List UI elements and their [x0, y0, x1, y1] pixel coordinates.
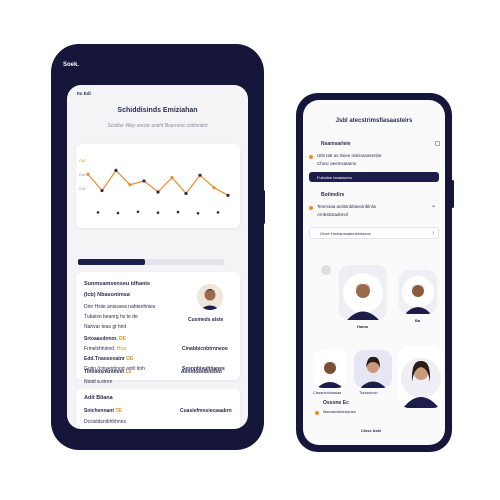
- photo-card[interactable]: [339, 265, 387, 320]
- footer-heading: Ossone Ec: [323, 400, 349, 406]
- list-item-side: Aenntoeeibnebtn: [181, 369, 222, 375]
- data-point: [114, 168, 118, 172]
- page-title: Jsbl atecstrimsfiasaasteirs: [335, 118, 413, 124]
- summary-card: Adit Bliana Snichennant TE Cuasiefmnsiec…: [76, 389, 240, 429]
- photo-card[interactable]: [354, 350, 392, 388]
- line-chart: CrE Cr6 Cr5: [79, 158, 230, 215]
- text-field[interactable]: Gnee Honianesatnnbhdseoc ›: [309, 227, 439, 239]
- secondary-point: [136, 210, 140, 214]
- data-point: [156, 190, 160, 194]
- data-point: [100, 188, 104, 193]
- phone-screen-left: Ito Edl Schiddisinds Emiziahan Scoliter …: [67, 85, 248, 429]
- list-item: Frinelshhinnd. Hoa: [84, 346, 126, 352]
- data-point: [128, 183, 132, 187]
- photo-caption: Ba: [415, 318, 421, 323]
- list-item: Snichennant TE: [84, 408, 122, 414]
- side-button: [262, 190, 265, 224]
- primary-button-label: Fubsitse tanassnea: [317, 174, 352, 180]
- data-point: [86, 172, 90, 176]
- page-title: Schiddisinds Emiziahan: [117, 107, 198, 114]
- profile-line-3: Nahvar teas gt hnit: [84, 324, 126, 330]
- side-name: Cusmeds alste: [188, 317, 224, 323]
- footer-label: Cisse Aste: [361, 428, 382, 433]
- phone-frame-left: Soek. Ito Edl Schiddisinds Emiziahan Sco…: [51, 44, 264, 450]
- text-field-value: Gnee Honianesatnnbhdseoc: [320, 231, 371, 236]
- settings-icon[interactable]: [435, 141, 440, 146]
- list-item: Ambsbstadnnnl: [317, 212, 349, 217]
- footer-subtext: Iitsnasbdintnssnsn: [323, 409, 356, 414]
- list-item: Dcsistdsnibhhhnns: [84, 419, 126, 425]
- check-dot-icon: [315, 411, 319, 415]
- profile-card: Sunmsamsenseu idhanis (Icb) Nbasonimsa D…: [76, 272, 240, 380]
- y-tick-label: Cr5: [79, 186, 86, 191]
- person-photo-icon: [339, 265, 387, 320]
- summary-heading: Adit Bliana: [84, 395, 113, 401]
- person-name: Tbnissfnan: [359, 391, 378, 395]
- person-avatar-icon: [197, 284, 223, 310]
- photo-card[interactable]: [313, 350, 347, 388]
- secondary-point: [96, 211, 100, 214]
- secondary-point: [156, 211, 160, 214]
- secondary-point: [176, 210, 180, 214]
- secondary-point: [216, 211, 220, 214]
- section-heading: Nsamsarleie: [321, 141, 351, 147]
- profile-subheading: (Icb) Nbasonimsa: [84, 292, 130, 298]
- chart-card: CrE Cr6 Cr5: [76, 144, 240, 228]
- photo-card[interactable]: [399, 346, 443, 408]
- progress-bar: [78, 259, 224, 265]
- phone-frame-right: Jsbl atecstrimsfiasaasteirs Nsamsarleie …: [296, 93, 452, 452]
- check-dot-icon: [309, 206, 313, 210]
- photo-caption: Hama: [357, 324, 368, 329]
- section-heading: Botimdirs: [321, 192, 345, 198]
- phone-screen-right: Jsbl atecstrimsfiasaasteirs Nsamsarleie …: [303, 100, 445, 445]
- progress-fill: [78, 259, 146, 265]
- list-item: Niotd a.eirnn: [84, 379, 113, 385]
- profile-line-2: Tubaisn beanrg hs te de: [84, 314, 138, 320]
- list-item: Tinniiosnkntmnn Ls: [84, 369, 132, 375]
- chevron-right-icon: ›: [432, 230, 434, 236]
- list-item: Utle tatt as tisiee nisisrasasenbe: [317, 153, 382, 158]
- list-item: Tesrnsaa antitsnbbtasnnblnlis: [317, 204, 377, 209]
- secondary-point: [196, 212, 200, 215]
- check-dot-icon: [309, 155, 313, 159]
- y-tick-label: Cr6: [79, 172, 86, 177]
- profile-heading: Sunmsamsenseu idhanis: [84, 281, 151, 287]
- status-label: Ito Edl: [77, 91, 91, 96]
- y-tick-label: CrE: [79, 158, 86, 163]
- data-point: [184, 191, 188, 196]
- data-point: [226, 193, 230, 197]
- mockup-stage: Soek. Ito Edl Schiddisinds Emiziahan Sco…: [0, 0, 500, 500]
- photo-card[interactable]: [399, 270, 437, 314]
- person-photo-icon: [399, 346, 443, 408]
- data-point: [212, 186, 216, 190]
- profile-line-1: Dnir Hsiie anisssea nahtenhnies: [84, 304, 156, 310]
- page-subtitle: Scoliter Wey asrcle aniiht Bserrene coti…: [107, 123, 208, 129]
- camera-icon[interactable]: [321, 265, 331, 275]
- list-item-side: Cinabbicnbtrnneoo: [182, 346, 228, 352]
- phone-topbar-label: Soek.: [63, 62, 80, 68]
- list-item: Edd.Tnaoseoatnr DE: [84, 356, 134, 362]
- primary-button[interactable]: Fubsitse tanassnea: [309, 172, 439, 182]
- data-point: [170, 176, 174, 180]
- data-point: [142, 179, 146, 183]
- data-point: [198, 173, 202, 177]
- secondary-point: [116, 211, 120, 215]
- side-button: [451, 180, 454, 208]
- person-name: Cissaneuhoasaa: [313, 391, 342, 395]
- person-photo-icon: [313, 350, 347, 388]
- avatar[interactable]: [197, 284, 223, 310]
- list-item: Srtoaasdnnor. DE: [84, 336, 126, 342]
- list-item-side: Cuasiefmnsiecaaabrn: [180, 408, 232, 414]
- person-photo-icon: [354, 350, 392, 388]
- person-photo-icon: [399, 270, 437, 314]
- chevron-down-icon[interactable]: ⌄: [431, 202, 436, 209]
- list-item: Chnsr aeemsatamn: [317, 161, 357, 166]
